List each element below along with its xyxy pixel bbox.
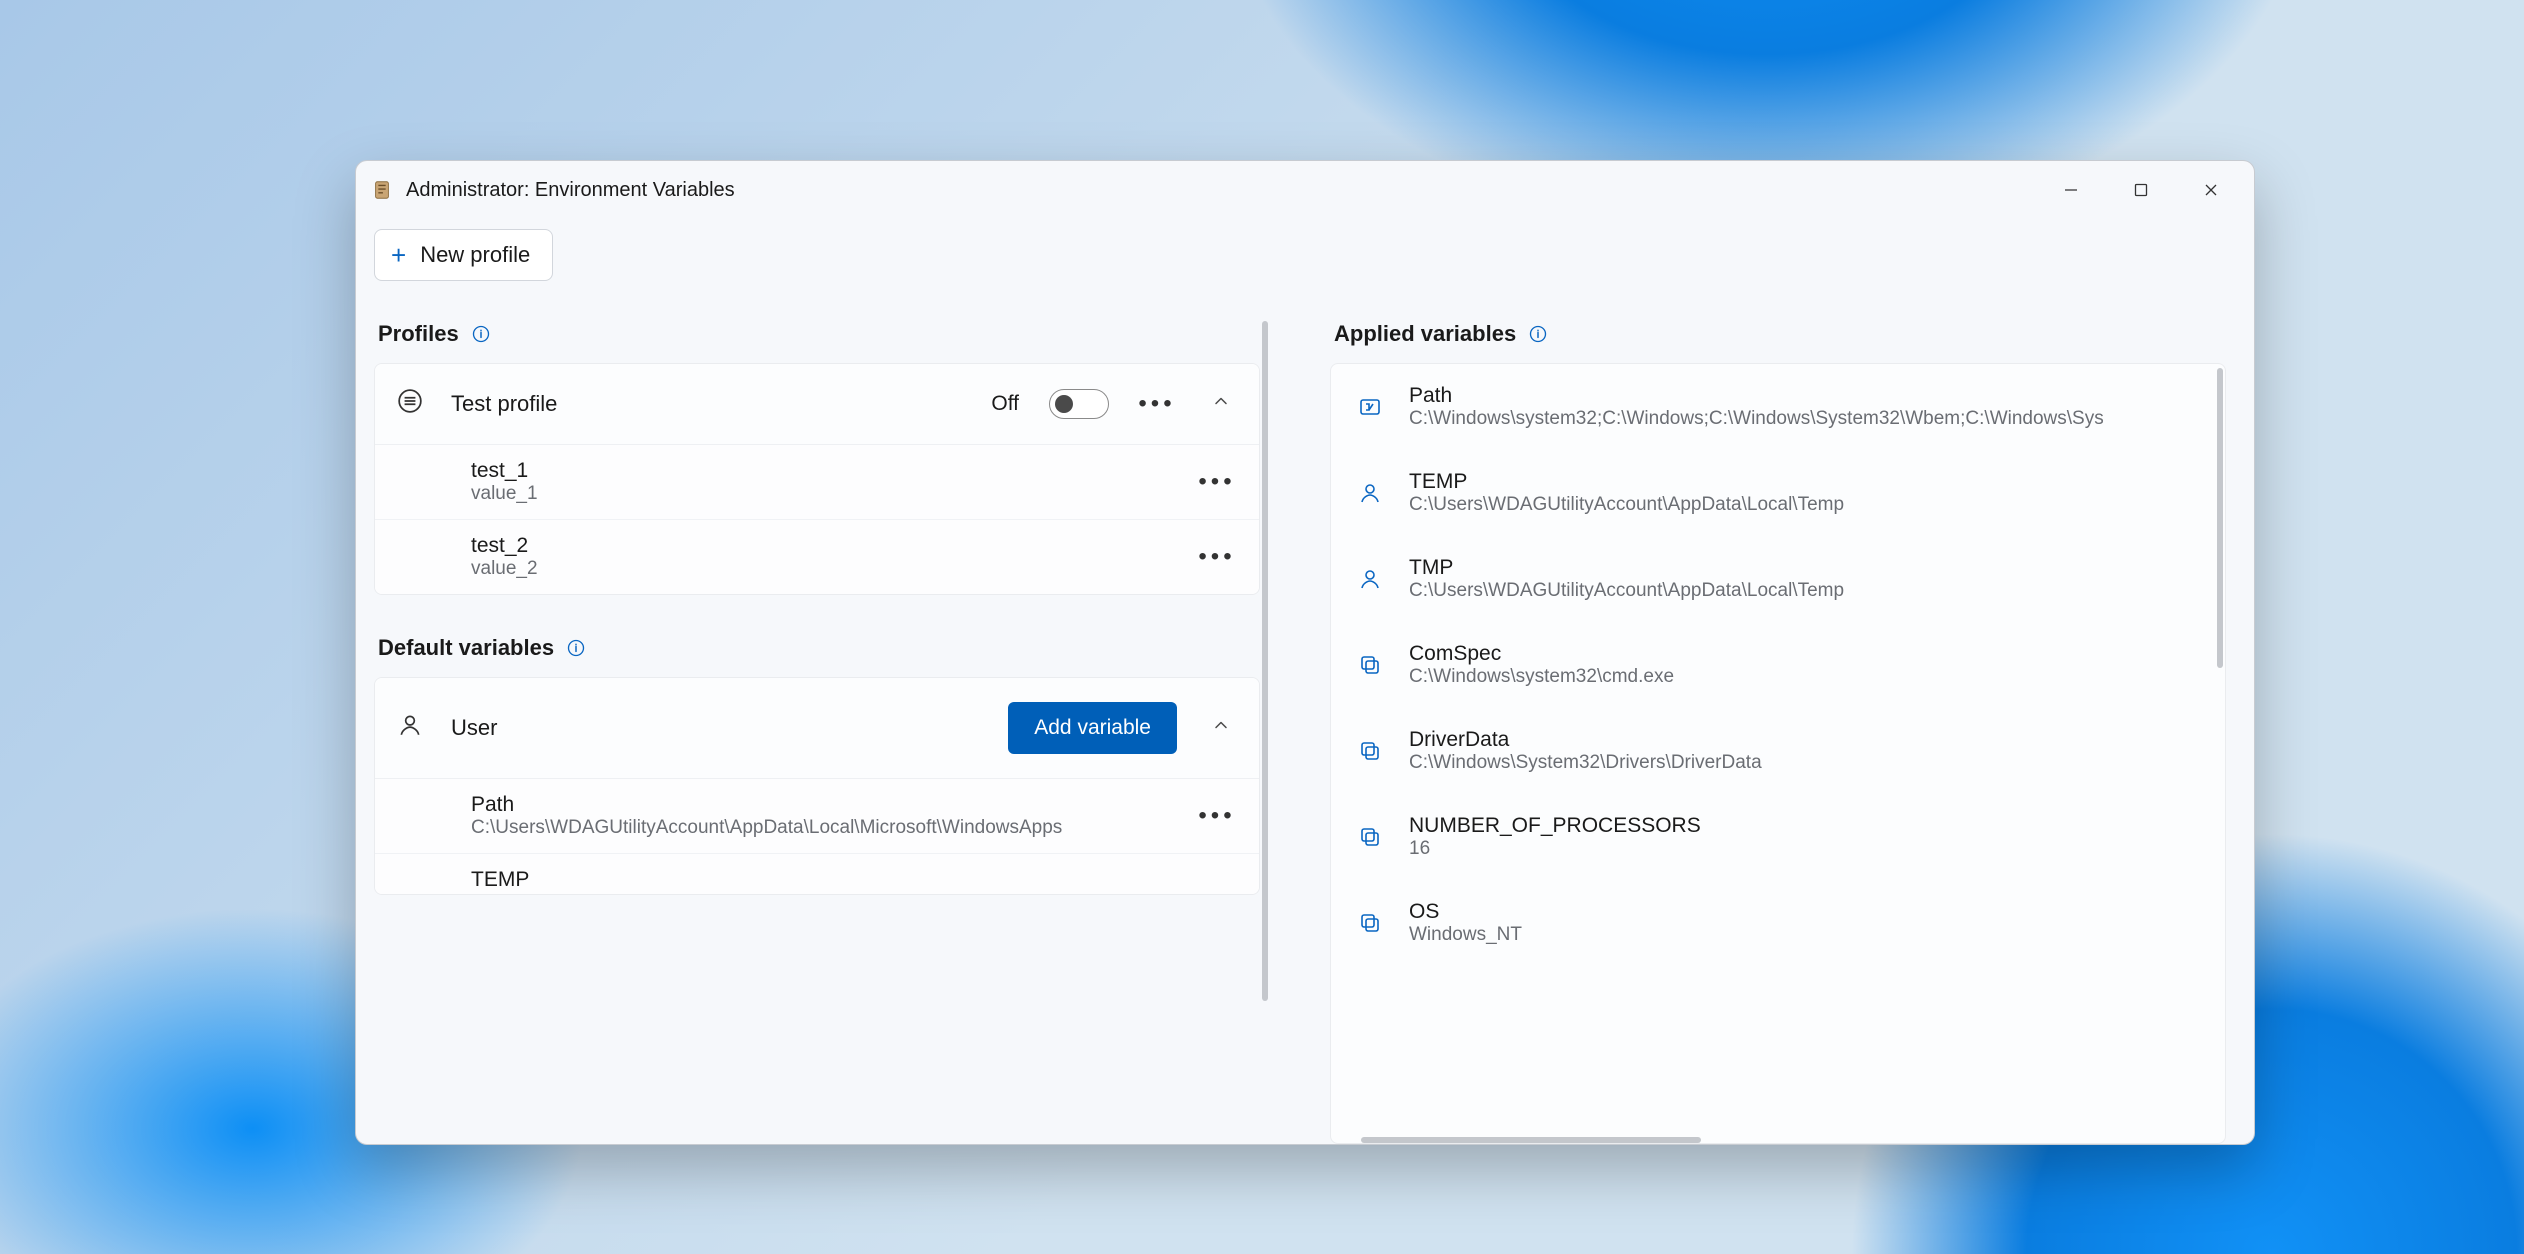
applied-variables-list: PathC:\Windows\system32;C:\Windows;C:\Wi…: [1331, 364, 2225, 966]
user-vars-panel: User Add variable Path C:\Users\WDAGUtil…: [374, 677, 1260, 895]
var-name: ComSpec: [1409, 642, 2199, 666]
copy-icon: [1357, 653, 1383, 677]
profile-menu-icon: [397, 388, 423, 420]
var-value: value_2: [471, 558, 1177, 580]
applied-var-row[interactable]: ComSpecC:\Windows\system32\cmd.exe: [1331, 622, 2225, 708]
user-var-row[interactable]: Path C:\Users\WDAGUtilityAccount\AppData…: [375, 779, 1259, 854]
profile-toggle[interactable]: [1049, 389, 1109, 419]
var-more-button[interactable]: •••: [1197, 468, 1237, 496]
var-name: TEMP: [1409, 470, 2199, 494]
var-more-button[interactable]: •••: [1197, 543, 1237, 571]
user-section-header-row[interactable]: User Add variable: [375, 678, 1259, 779]
var-value: C:\Users\WDAGUtilityAccount\AppData\Loca…: [1409, 580, 2199, 602]
var-value: C:\Windows\system32;C:\Windows;C:\Window…: [1409, 408, 2199, 430]
info-icon[interactable]: [471, 324, 491, 344]
scrollbar-horizontal[interactable]: [1361, 1137, 1701, 1143]
add-variable-button[interactable]: Add variable: [1008, 702, 1177, 754]
profile-panel: Test profile Off ••• test_1 value_1 •••: [374, 363, 1260, 595]
scrollbar-vertical[interactable]: [1262, 321, 1268, 1001]
var-value: C:\Windows\System32\Drivers\DriverData: [1409, 752, 2199, 774]
profile-header-row[interactable]: Test profile Off •••: [375, 364, 1259, 445]
app-icon: [370, 178, 394, 202]
applied-var-row[interactable]: TEMPC:\Users\WDAGUtilityAccount\AppData\…: [1331, 450, 2225, 536]
applied-var-row[interactable]: TMPC:\Users\WDAGUtilityAccount\AppData\L…: [1331, 536, 2225, 622]
var-value: C:\Users\WDAGUtilityAccount\AppData\Loca…: [1409, 494, 2199, 516]
user-icon: [1357, 567, 1383, 591]
var-name: test_2: [471, 534, 1177, 558]
user-icon: [1357, 481, 1383, 505]
user-icon: [397, 712, 423, 744]
applied-var-row[interactable]: NUMBER_OF_PROCESSORS16: [1331, 794, 2225, 880]
var-name: DriverData: [1409, 728, 2199, 752]
info-icon[interactable]: [566, 638, 586, 658]
window-title: Administrator: Environment Variables: [406, 179, 735, 202]
applied-var-row[interactable]: DriverDataC:\Windows\System32\Drivers\Dr…: [1331, 708, 2225, 794]
copy-icon: [1357, 825, 1383, 849]
var-value: value_1: [471, 483, 1177, 505]
applied-vars-section-header: Applied variables: [1330, 321, 2226, 347]
new-profile-label: New profile: [420, 242, 530, 268]
chevron-up-icon[interactable]: [1205, 391, 1237, 417]
rename-icon: [1357, 395, 1383, 419]
default-vars-section-header: Default variables: [374, 635, 1260, 661]
profile-name: Test profile: [451, 391, 963, 417]
var-name: OS: [1409, 900, 2199, 924]
titlebar[interactable]: Administrator: Environment Variables: [356, 161, 2254, 219]
new-profile-button[interactable]: + New profile: [374, 229, 553, 281]
var-name: TMP: [1409, 556, 2199, 580]
var-value: Windows_NT: [1409, 924, 2199, 946]
var-value: C:\Users\WDAGUtilityAccount\AppData\Loca…: [471, 817, 1177, 839]
maximize-button[interactable]: [2106, 165, 2176, 215]
plus-icon: +: [391, 242, 406, 268]
var-value: 16: [1409, 838, 2199, 860]
user-var-row[interactable]: TEMP: [375, 854, 1259, 894]
var-name: NUMBER_OF_PROCESSORS: [1409, 814, 2199, 838]
applied-vars-label: Applied variables: [1334, 321, 1516, 347]
profile-var-row[interactable]: test_2 value_2 •••: [375, 520, 1259, 594]
close-button[interactable]: [2176, 165, 2246, 215]
copy-icon: [1357, 911, 1383, 935]
var-name: Path: [471, 793, 1177, 817]
scrollbar-vertical[interactable]: [2217, 368, 2223, 668]
profiles-label: Profiles: [378, 321, 459, 347]
minimize-button[interactable]: [2036, 165, 2106, 215]
profile-var-row[interactable]: test_1 value_1 •••: [375, 445, 1259, 520]
default-vars-label: Default variables: [378, 635, 554, 661]
copy-icon: [1357, 739, 1383, 763]
user-section-label: User: [451, 715, 980, 741]
var-value: C:\Windows\system32\cmd.exe: [1409, 666, 2199, 688]
environment-variables-window: Administrator: Environment Variables + N…: [355, 160, 2255, 1145]
chevron-up-icon[interactable]: [1205, 715, 1237, 741]
var-name: test_1: [471, 459, 1177, 483]
toolbar: + New profile: [356, 219, 2254, 281]
var-name: TEMP: [471, 868, 1237, 892]
profiles-section-header: Profiles: [374, 321, 1260, 347]
var-more-button[interactable]: •••: [1197, 802, 1237, 830]
var-name: Path: [1409, 384, 2199, 408]
profile-more-button[interactable]: •••: [1137, 390, 1177, 418]
applied-var-row[interactable]: PathC:\Windows\system32;C:\Windows;C:\Wi…: [1331, 364, 2225, 450]
applied-var-row[interactable]: OSWindows_NT: [1331, 880, 2225, 966]
toggle-state-label: Off: [991, 392, 1019, 416]
info-icon[interactable]: [1528, 324, 1548, 344]
